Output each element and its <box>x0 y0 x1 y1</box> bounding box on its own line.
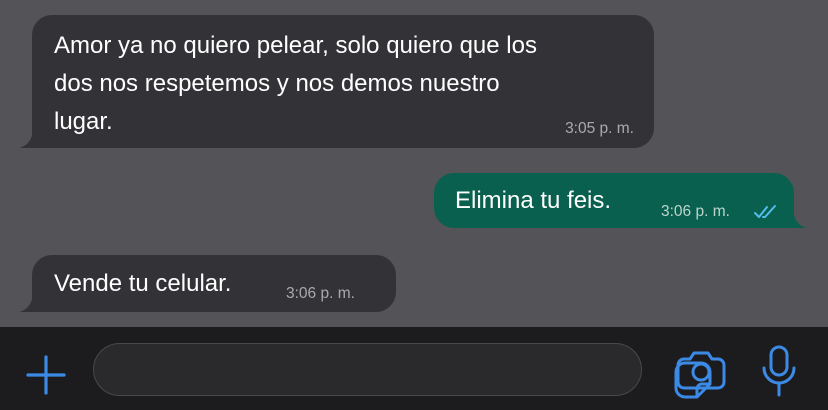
message-text: Vende tu celular. <box>54 270 232 297</box>
outgoing-message-bubble[interactable]: Elimina tu feis. 3:06 p. m. <box>434 173 807 228</box>
message-input-field[interactable] <box>93 343 712 399</box>
message-timestamp: 3:06 p. m. <box>286 285 355 302</box>
message-timestamp: 3:06 p. m. <box>661 203 730 220</box>
message-timestamp: 3:05 p. m. <box>565 120 634 137</box>
bubble-tail <box>785 210 807 228</box>
incoming-message-bubble[interactable]: Amor ya no quiero pelear, solo quiero qu… <box>19 15 654 148</box>
microphone-icon[interactable] <box>759 344 799 398</box>
incoming-message-bubble[interactable]: Vende tu celular. 3:06 p. m. <box>19 255 396 312</box>
chat-area: Amor ya no quiero pelear, solo quiero qu… <box>0 0 828 327</box>
message-input-bar <box>0 327 828 410</box>
bubble-tail <box>19 130 41 148</box>
plus-icon[interactable] <box>24 353 68 397</box>
bubble-tail <box>19 294 41 312</box>
message-text: Elimina tu feis. <box>455 187 612 214</box>
message-input[interactable] <box>112 352 576 388</box>
message-text: Amor ya no quiero pelear, solo quiero qu… <box>54 32 537 135</box>
double-check-icon <box>754 205 776 218</box>
camera-icon[interactable] <box>675 348 727 392</box>
